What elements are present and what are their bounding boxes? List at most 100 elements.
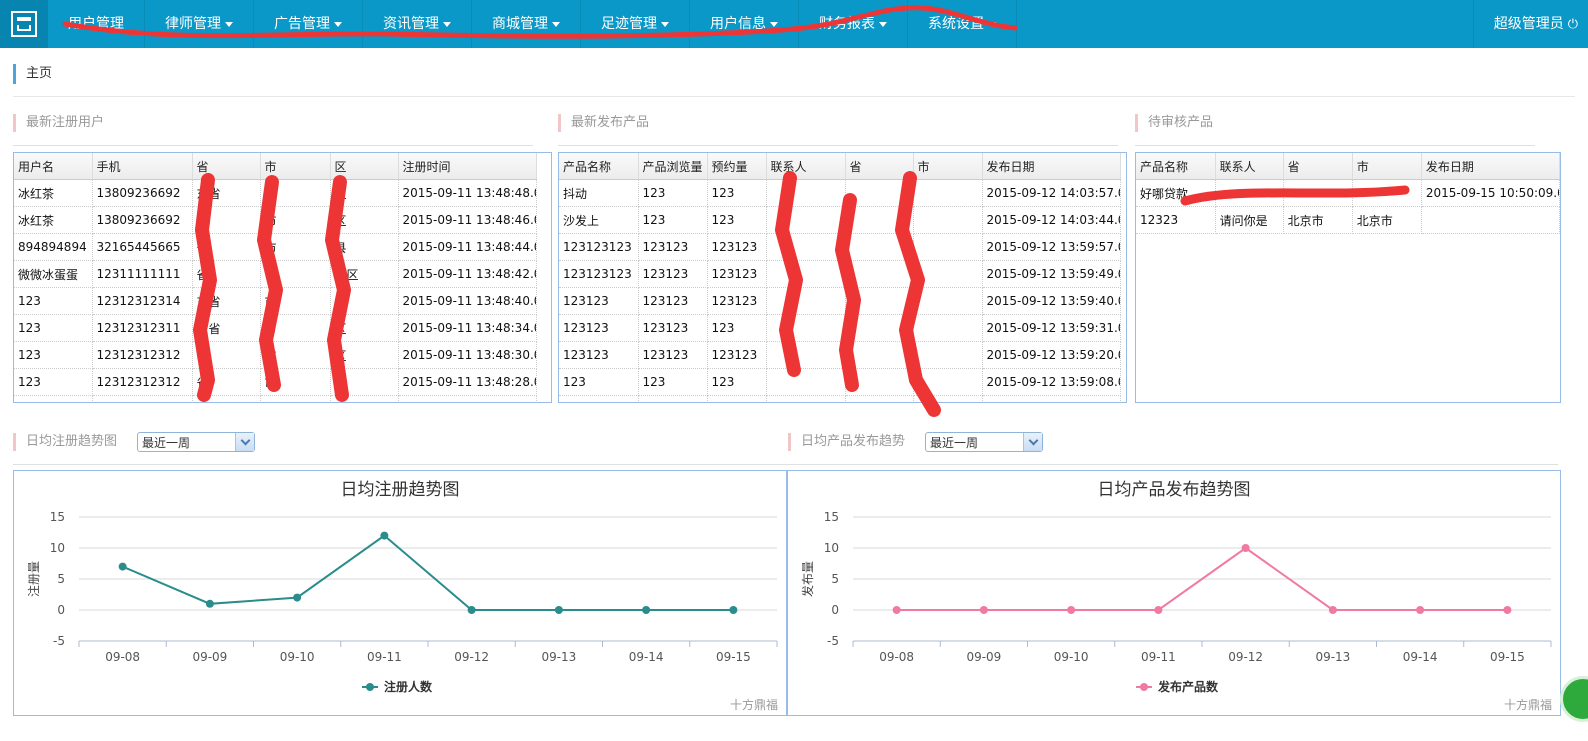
table-row[interactable]: 123 12312312312 省市区 2015-09-11 13:48:30.0 (14, 341, 551, 369)
table-cell: 2015-09-12 13:59:31.0 (982, 314, 1121, 342)
current-user-menu[interactable]: 超级管理员 ⏻ (1472, 0, 1588, 49)
table-cell: 2015-09-11 13:48:28.0 (398, 368, 537, 396)
data-point[interactable] (467, 606, 476, 614)
table-cell: 市 (260, 233, 331, 261)
nav-item-news-mgmt[interactable]: 资讯管理 (363, 0, 472, 48)
nav-item-ad-mgmt[interactable]: 广告管理 (254, 0, 363, 48)
data-point[interactable] (642, 606, 651, 614)
data-point[interactable] (293, 593, 302, 602)
table-cell (845, 179, 914, 207)
table-cell: 2015-09-11 13:48:40.0 (398, 287, 537, 315)
chevron-down-icon[interactable] (1023, 433, 1042, 451)
table-row[interactable]: 123 12312312314 东省市区 2015-09-11 13:48:40.0 (14, 287, 551, 315)
table-row[interactable]: 逗比逗比1231232015-09-12 13:46:21.0 (559, 395, 1126, 402)
nav-item-mall-mgmt[interactable]: 商城管理 (472, 0, 581, 48)
prod-trend-chart: 日均产品发布趋势图 发布量 15 10 5 0 -5 09-08 09-09 09-10 09-11… (787, 470, 1561, 716)
legend-label[interactable]: 发布产品数 (1157, 679, 1219, 694)
table-cell: 2015-09-12 13:59:40.0 (982, 287, 1121, 315)
table-cell: 123 (14, 368, 93, 396)
table-row[interactable]: 894894894 32165445665 省市县 2015-09-11 13:48:… (14, 233, 551, 261)
data-point[interactable] (979, 606, 988, 614)
data-point[interactable] (554, 606, 563, 614)
nav-item-user-info[interactable]: 用户信息 (690, 0, 799, 48)
app-logo[interactable] (0, 0, 48, 48)
data-point[interactable] (1328, 606, 1337, 614)
table-row[interactable]: 123123 123123 123123 2015-09-12 13:59:20.0 (559, 341, 1126, 369)
table-cell (1352, 179, 1422, 207)
section-title-reg-trend: 日均注册趋势图 (13, 433, 117, 451)
table-row[interactable]: 冰红茶 13809236692 省市区 2015-09-11 13:48:46.0 (14, 206, 551, 234)
nav-item-user-mgmt[interactable]: 用户管理 (48, 0, 145, 48)
column-header: 市 (260, 153, 331, 180)
section-title-new-products: 最新发布产品 (558, 114, 649, 132)
table-cell: 区 (330, 395, 399, 402)
nav-item-footprint-mgmt[interactable]: 足迹管理 (581, 0, 690, 48)
table-cell (1421, 206, 1560, 234)
table-row[interactable]: 123123 123123 123123 2015-09-12 13:59:40.0 (559, 287, 1126, 315)
reg-trend-chart: 日均注册趋势图 注册量 15 10 5 0 -5 09-08 09-09 09-10 09-11 09… (13, 470, 787, 716)
legend-label[interactable]: 注册人数 (384, 679, 433, 694)
data-point[interactable] (1154, 606, 1163, 614)
data-point[interactable] (1416, 606, 1425, 614)
table-cell: 12312312311 (92, 314, 193, 342)
table-row[interactable]: 123123 123123 123 2015-09-12 13:59:31.0 (559, 314, 1126, 342)
table-cell: 省 (192, 341, 261, 369)
table-cell: 123 (707, 179, 767, 207)
table-row[interactable]: 好哪贷款 2015-09-15 10:50:09.0 (1136, 179, 1560, 207)
data-point[interactable] (729, 606, 738, 614)
table-row[interactable]: 123 12312312312 省市区 2015-09-11 13:48:28.0 (14, 368, 551, 396)
watermark-text: 十方鼎福 (1503, 698, 1552, 712)
table-row[interactable]: 123123123 123123 123123 2015-09-12 13:59:49… (559, 260, 1126, 288)
table-cell: 沙发上 (559, 206, 639, 234)
table-cell: 123123 (638, 314, 708, 342)
table-cell (845, 260, 914, 288)
reg-period-select[interactable]: 最近一周 (137, 432, 255, 452)
nav-item-settings[interactable]: 系统设置 (908, 0, 1017, 48)
table-cell: 市 (260, 314, 331, 342)
table-row[interactable]: 123 12312312311 东省市区 2015-09-11 13:48:34.0 (14, 314, 551, 342)
table-cell (766, 395, 846, 402)
table-row[interactable]: 123123123 123123 123123 2015-09-12 13:59:57… (559, 233, 1126, 261)
column-header: 手机 (92, 153, 193, 180)
column-header: 市 (1352, 153, 1422, 180)
table-cell: 2015-09-11 13:48:34.0 (398, 314, 537, 342)
data-point[interactable] (1503, 606, 1512, 614)
table-row[interactable]: 抖动 123 123 2015-09-12 14:03:57.0 (559, 179, 1126, 207)
nav-item-lawyer-mgmt[interactable]: 律师管理 (145, 0, 254, 48)
table-cell: 区 (330, 179, 399, 207)
column-header: 联系人 (766, 153, 846, 180)
table-cell: 市 (260, 206, 331, 234)
table-cell: 省 (192, 260, 261, 288)
table-row[interactable]: 沙发上 123 123 2015-09-12 14:03:44.0 (559, 206, 1126, 234)
table-row[interactable]: 12323 请问你是 北京市 北京市 (1136, 206, 1560, 234)
data-point[interactable] (892, 606, 901, 614)
breadcrumb-home[interactable]: 主页 (26, 66, 52, 81)
table-cell (845, 368, 914, 396)
table-cell (766, 260, 846, 288)
chevron-down-icon[interactable] (235, 433, 254, 451)
floating-action-button[interactable] (1560, 676, 1588, 722)
data-point[interactable] (1067, 606, 1076, 614)
reg-trend-chart-svg: 日均注册趋势图注册量 15 10 5 0 -5 09-08 09-09 09-10 09-11 09… (26, 480, 778, 694)
data-point[interactable] (205, 599, 214, 608)
data-point[interactable] (118, 562, 127, 571)
data-point[interactable] (380, 531, 389, 540)
table-cell (913, 287, 983, 315)
nav-label: 资讯管理 (383, 16, 439, 32)
table-row[interactable]: 冰红茶 13809236692 东省市区 2015-09-11 13:48:48.0 (14, 179, 551, 207)
table-row[interactable]: 123 123 123 2015-09-12 13:59:08.0 (559, 368, 1126, 396)
table-cell: 12323 (1136, 206, 1216, 234)
nav-item-finance[interactable]: 财务报表 (799, 0, 908, 48)
table-cell (845, 287, 914, 315)
column-header: 发布日期 (982, 153, 1121, 180)
section-title-new-users: 最新注册用户 (13, 114, 104, 132)
table-row[interactable]: 啊咯哈13750003672省市区2015-09-11 13:48:25.0 (14, 395, 551, 402)
table-row[interactable]: 微微冰蛋蛋 12311111111 省市新区 2015-09-11 13:48:42.… (14, 260, 551, 288)
table-cell: 区 (330, 287, 399, 315)
logout-icon[interactable]: ⏻ (1568, 1, 1578, 49)
caret-down-icon (552, 21, 560, 27)
data-point[interactable] (1241, 544, 1250, 552)
breadcrumb: 主页 (13, 64, 52, 84)
prod-period-select[interactable]: 最近一周 (925, 432, 1043, 452)
table-cell: 123123 (559, 314, 639, 342)
